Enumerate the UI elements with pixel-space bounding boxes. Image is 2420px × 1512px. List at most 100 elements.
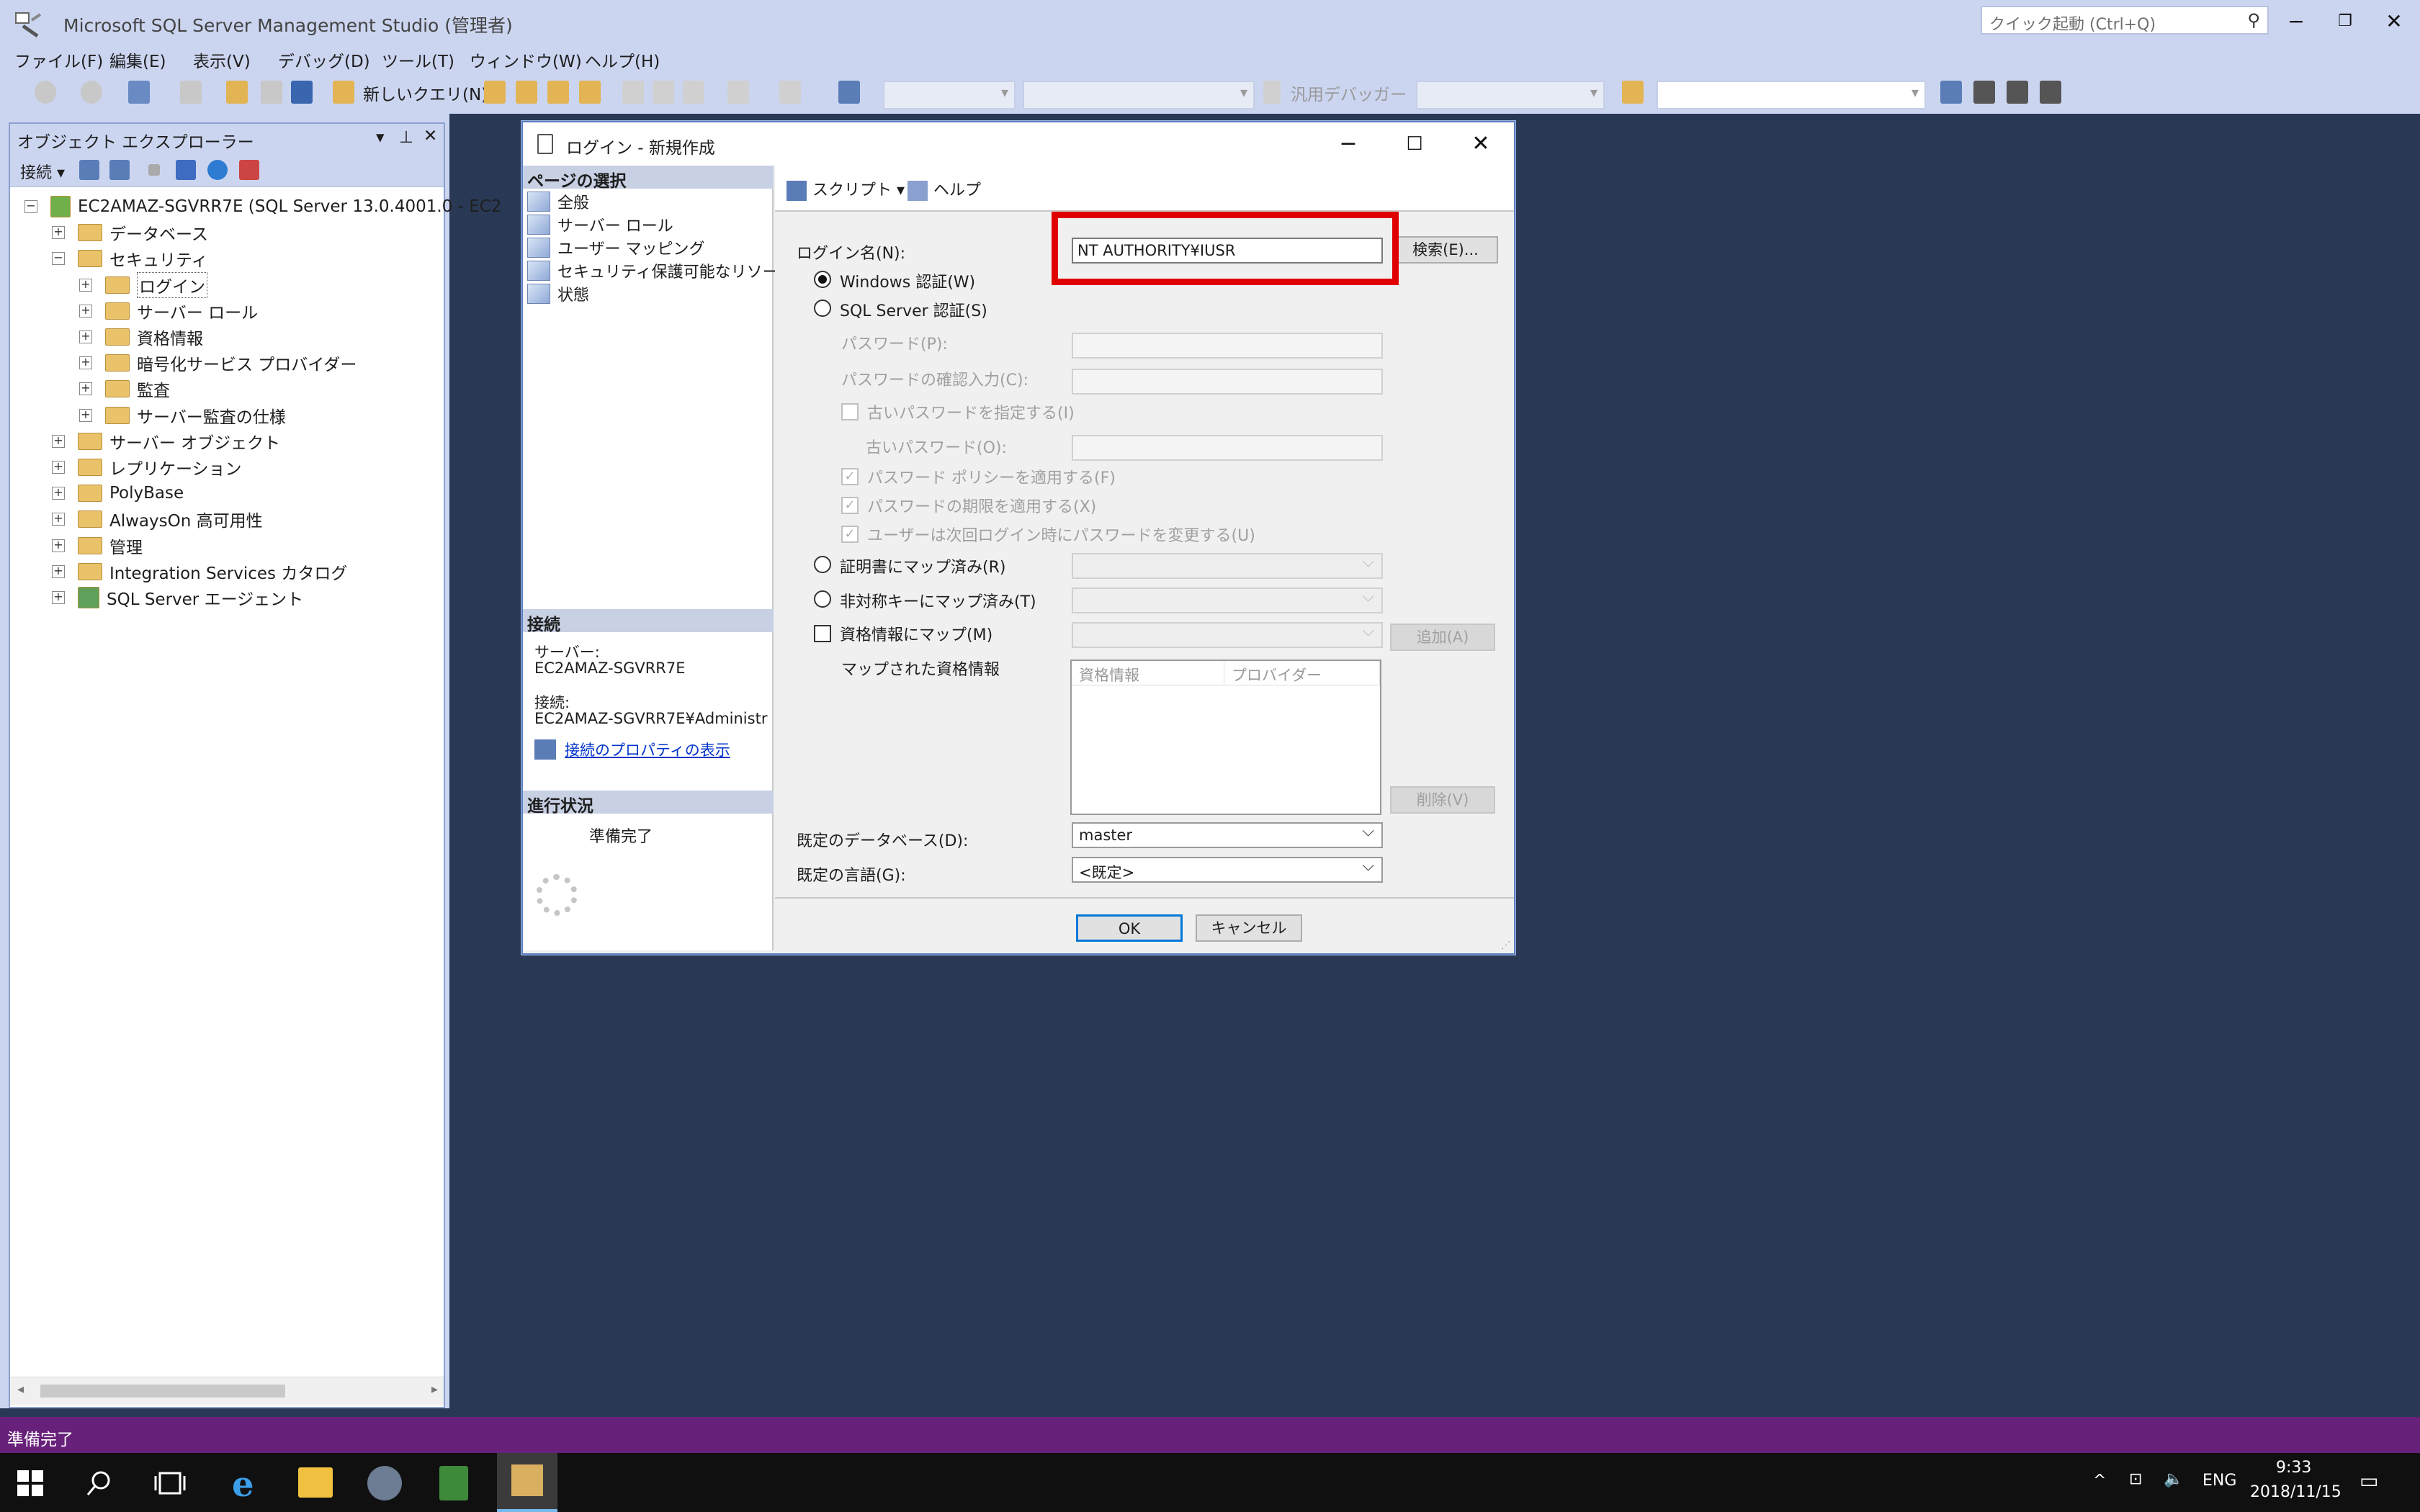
- grid-header-provider[interactable]: プロバイダー: [1224, 661, 1380, 685]
- forward-icon[interactable]: [81, 81, 102, 104]
- windows-auth-label[interactable]: Windows 認証(W): [840, 269, 975, 292]
- resize-grip-icon[interactable]: ⋰: [1501, 940, 1511, 950]
- platform-combo[interactable]: [1023, 81, 1255, 109]
- copy-icon[interactable]: [653, 81, 674, 104]
- collapse-icon[interactable]: −: [52, 252, 65, 266]
- save-all-icon[interactable]: [291, 81, 313, 104]
- password-input[interactable]: [1072, 333, 1383, 359]
- cert-combo[interactable]: [1072, 553, 1383, 579]
- menu-edit[interactable]: 編集(E): [109, 48, 166, 72]
- view-connection-properties[interactable]: 接続のプロパティの表示: [534, 739, 730, 760]
- cancel-button[interactable]: キャンセル: [1196, 914, 1302, 942]
- cert-map-radio[interactable]: [814, 556, 831, 573]
- cut-icon[interactable]: [622, 81, 644, 104]
- refresh-icon[interactable]: [207, 160, 228, 180]
- task-view-icon[interactable]: [154, 1469, 186, 1498]
- cred-map-checkbox[interactable]: [814, 625, 831, 642]
- tree-item[interactable]: + レプリケーション: [52, 455, 242, 480]
- network-icon[interactable]: ⊡: [2129, 1470, 2142, 1488]
- expand-icon[interactable]: +: [52, 591, 65, 604]
- search-icon[interactable]: [85, 1469, 114, 1498]
- script-button[interactable]: スクリプト ▾: [786, 177, 905, 201]
- ssms-taskbar-button[interactable]: [497, 1453, 557, 1512]
- scroll-left-icon[interactable]: ◂: [17, 1382, 24, 1397]
- sql-auth-radio[interactable]: [814, 300, 831, 317]
- enforce-expiration-checkbox[interactable]: ✓: [841, 497, 859, 514]
- dialog-close-button[interactable]: ✕: [1452, 128, 1510, 160]
- paste-icon[interactable]: [683, 81, 704, 104]
- disconnect-icon[interactable]: [109, 160, 130, 180]
- debugger-button[interactable]: 汎用デバッガー: [1291, 81, 1407, 105]
- find-icon[interactable]: [1622, 81, 1644, 104]
- menu-view[interactable]: 表示(V): [193, 48, 251, 72]
- tree-item[interactable]: + 暗号化サービス プロバイダー: [79, 351, 357, 375]
- cert-map-label[interactable]: 証明書にマップ済み(R): [840, 554, 1005, 577]
- properties-icon[interactable]: [1940, 81, 1962, 104]
- tray-chevron-icon[interactable]: ^: [2093, 1472, 2106, 1490]
- app-icon-4[interactable]: [439, 1466, 468, 1500]
- connect-object-icon[interactable]: [79, 160, 99, 180]
- app-icon-3[interactable]: [367, 1466, 402, 1500]
- help-button[interactable]: ヘルプ: [908, 177, 981, 201]
- grid-header-credential[interactable]: 資格情報: [1072, 661, 1224, 685]
- tree-item[interactable]: + PolyBase: [52, 481, 184, 505]
- tree-item[interactable]: − セキュリティ: [52, 246, 208, 271]
- tree-item[interactable]: + 管理: [52, 534, 143, 558]
- scrollbar-thumb[interactable]: [40, 1385, 285, 1398]
- page-status[interactable]: 状態: [527, 282, 589, 305]
- tree-item[interactable]: + 監査: [79, 377, 170, 401]
- expand-icon[interactable]: +: [52, 513, 65, 526]
- activity-monitor-icon[interactable]: [239, 160, 259, 180]
- tree-item[interactable]: + ログイン: [79, 271, 207, 298]
- clock-time[interactable]: 9:33: [2276, 1459, 2311, 1477]
- panel-dropdown-icon[interactable]: ▾: [376, 128, 385, 147]
- menu-help[interactable]: ヘルプ(H): [585, 48, 660, 72]
- expand-icon[interactable]: +: [52, 461, 65, 474]
- filter-icon[interactable]: [176, 160, 196, 180]
- old-password-input[interactable]: [1072, 435, 1383, 461]
- must-change-checkbox[interactable]: ✓: [841, 526, 859, 543]
- ssms-app-icon[interactable]: [13, 10, 45, 39]
- add-credential-button[interactable]: 追加(A): [1390, 624, 1495, 651]
- scroll-right-icon[interactable]: ▸: [431, 1382, 438, 1397]
- open-file-icon[interactable]: [226, 81, 248, 104]
- expand-icon[interactable]: +: [79, 382, 92, 396]
- redo-icon[interactable]: [779, 81, 801, 104]
- tree-item[interactable]: + サーバー オブジェクト: [52, 429, 280, 454]
- asym-key-label[interactable]: 非対称キーにマップ済み(T): [840, 589, 1036, 612]
- default-db-combo[interactable]: master: [1072, 822, 1383, 848]
- mapped-credentials-grid[interactable]: 資格情報 プロバイダー: [1070, 660, 1381, 815]
- expand-icon[interactable]: +: [52, 226, 65, 240]
- new-query-icon[interactable]: [333, 81, 354, 104]
- results-pane-icon[interactable]: [838, 81, 860, 104]
- solution-config-combo[interactable]: [883, 81, 1016, 109]
- tree-item[interactable]: + データベース: [52, 220, 208, 245]
- add-item-icon[interactable]: [180, 81, 202, 104]
- save-icon[interactable]: [261, 81, 282, 104]
- action-center-icon[interactable]: ▭: [2360, 1469, 2378, 1493]
- language-indicator[interactable]: ENG: [2202, 1472, 2236, 1490]
- view-properties-link[interactable]: 接続のプロパティの表示: [565, 739, 730, 760]
- new-project-icon[interactable]: [128, 81, 150, 104]
- menu-debug[interactable]: デバッグ(D): [278, 48, 370, 72]
- expand-icon[interactable]: +: [79, 278, 92, 292]
- page-server-roles[interactable]: サーバー ロール: [527, 213, 673, 236]
- sql-auth-label[interactable]: SQL Server 認証(S): [840, 298, 987, 321]
- undo-icon[interactable]: [727, 81, 749, 104]
- tree-item[interactable]: + SQL Server エージェント: [52, 585, 303, 610]
- confirm-password-input[interactable]: [1072, 369, 1383, 395]
- credential-combo[interactable]: [1072, 622, 1383, 648]
- query-db-icon-4[interactable]: [579, 81, 601, 104]
- menu-window[interactable]: ウィンドウ(W): [470, 48, 582, 72]
- back-icon[interactable]: [35, 81, 56, 104]
- cred-map-label[interactable]: 資格情報にマップ(M): [840, 622, 992, 645]
- find-combo[interactable]: [1657, 81, 1926, 109]
- tree-item[interactable]: − EC2AMAZ-SGVRR7E (SQL Server 13.0.4001.0…: [24, 194, 501, 219]
- dialog-maximize-button[interactable]: ☐: [1386, 128, 1443, 160]
- default-lang-combo[interactable]: <既定>: [1072, 857, 1383, 883]
- page-securables[interactable]: セキュリティ保護可能なリソース: [527, 259, 794, 282]
- menu-tools[interactable]: ツール(T): [382, 48, 454, 72]
- toolbox-icon[interactable]: [2007, 81, 2028, 104]
- tree-item[interactable]: + 資格情報: [79, 325, 203, 349]
- page-general[interactable]: 全般: [527, 190, 589, 213]
